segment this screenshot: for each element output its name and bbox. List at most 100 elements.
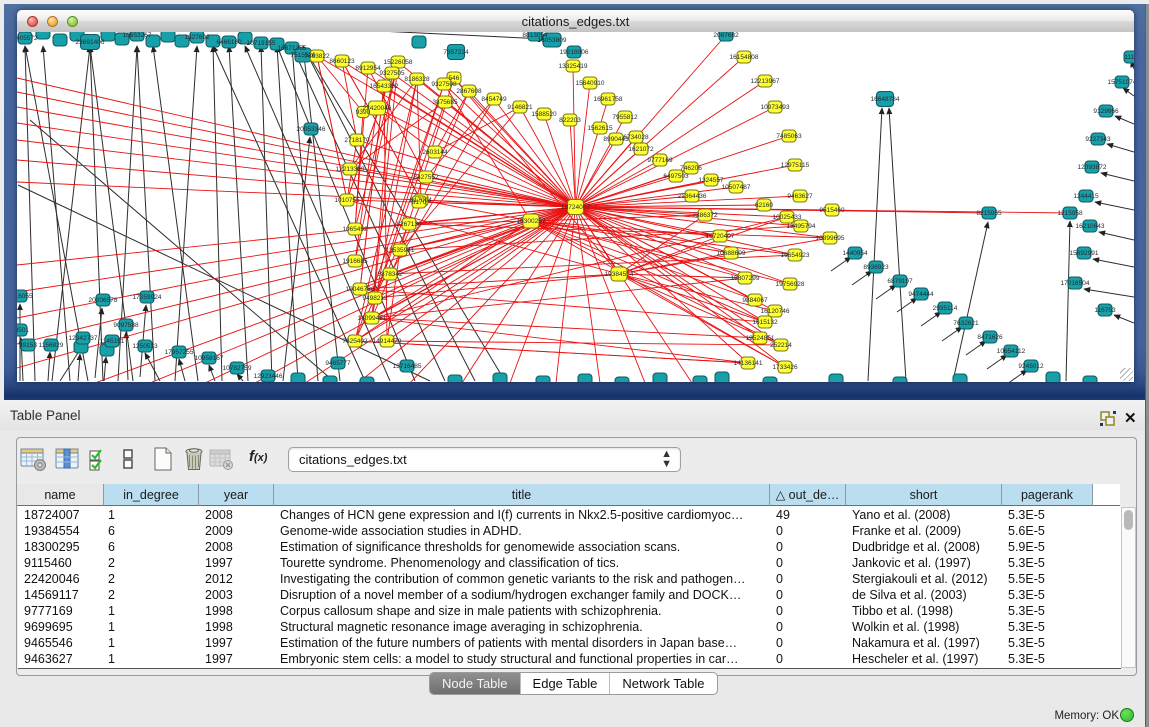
svg-text:21364436: 21364436 — [678, 193, 707, 200]
svg-text:15300257: 15300257 — [517, 218, 546, 225]
svg-text:6734028: 6734028 — [623, 134, 649, 141]
svg-text:15640910: 15640910 — [576, 80, 605, 87]
svg-text:116753: 116753 — [1094, 307, 1116, 314]
svg-text:9227343: 9227343 — [1085, 136, 1111, 143]
svg-text:16053809: 16053809 — [538, 37, 567, 44]
svg-text:20206578: 20206578 — [89, 297, 118, 304]
svg-text:23691406: 23691406 — [76, 39, 105, 46]
svg-text:10899695: 10899695 — [816, 235, 845, 242]
svg-text:12923446: 12923446 — [254, 373, 283, 380]
svg-text:12093872: 12093872 — [1078, 164, 1107, 171]
svg-text:1145191: 1145191 — [100, 338, 125, 345]
svg-text:16671355: 16671355 — [278, 45, 307, 52]
svg-text:15226058: 15226058 — [384, 59, 413, 66]
svg-text:9097588: 9097588 — [113, 322, 139, 329]
svg-text:10958167: 10958167 — [195, 355, 224, 362]
svg-text:7357224: 7357224 — [443, 49, 469, 56]
svg-text:822203: 822203 — [559, 117, 581, 124]
svg-text:9498212: 9498212 — [362, 295, 388, 302]
svg-text:2867608: 2867608 — [456, 88, 482, 95]
svg-text:9777169: 9777169 — [647, 157, 673, 164]
svg-text:18724007: 18724007 — [561, 204, 590, 211]
svg-text:12213967: 12213967 — [751, 78, 780, 85]
svg-text:6497503: 6497503 — [663, 173, 689, 180]
svg-text:16648784: 16648784 — [871, 96, 900, 103]
svg-text:8186328: 8186328 — [404, 76, 430, 83]
svg-text:17359924: 17359924 — [133, 294, 162, 301]
svg-text:17016504: 17016504 — [1061, 280, 1090, 287]
svg-text:7955812: 7955812 — [612, 114, 638, 121]
svg-text:9327505: 9327505 — [379, 70, 405, 77]
svg-text:83501: 83501 — [17, 327, 29, 334]
svg-text:9390: 9390 — [356, 109, 371, 116]
svg-text:10654112: 10654112 — [997, 348, 1026, 355]
svg-text:8427552: 8427552 — [413, 174, 439, 181]
svg-text:1156829: 1156829 — [39, 342, 64, 349]
svg-text:7663822: 7663822 — [304, 53, 330, 60]
svg-text:14136141: 14136141 — [734, 360, 763, 367]
svg-text:1405572: 1405572 — [17, 35, 38, 42]
svg-text:9245012: 9245012 — [1018, 363, 1044, 370]
svg-text:15692991: 15692991 — [1070, 250, 1099, 257]
svg-text:8454749: 8454749 — [481, 96, 507, 103]
svg-text:12342737: 12342737 — [69, 335, 98, 342]
svg-text:2718170: 2718170 — [344, 137, 370, 144]
svg-text:9327508: 9327508 — [431, 81, 457, 88]
svg-text:1588520: 1588520 — [531, 111, 557, 118]
svg-text:17957255: 17957255 — [165, 349, 194, 356]
svg-text:6879197: 6879197 — [887, 278, 913, 285]
svg-text:16154808: 16154808 — [730, 54, 759, 61]
svg-text:39153: 39153 — [19, 342, 37, 349]
svg-text:14914479: 14914479 — [373, 338, 402, 345]
svg-text:12213369: 12213369 — [336, 166, 365, 173]
svg-text:13716485: 13716485 — [393, 363, 422, 370]
svg-text:746206: 746206 — [680, 165, 702, 172]
svg-text:10973493: 10973493 — [761, 104, 790, 111]
svg-text:8215955: 8215955 — [976, 210, 1002, 217]
svg-text:10046786: 10046786 — [346, 286, 375, 293]
svg-text:9463627: 9463627 — [787, 193, 813, 200]
svg-text:6466160: 6466160 — [216, 39, 242, 46]
svg-text:10782759: 10782759 — [223, 365, 252, 372]
svg-text:14099481: 14099481 — [358, 315, 387, 322]
svg-text:12975115: 12975115 — [781, 162, 810, 169]
svg-text:2603144: 2603144 — [422, 149, 448, 156]
svg-text:8170: 8170 — [412, 199, 427, 206]
svg-text:7632621: 7632621 — [953, 320, 979, 327]
svg-text:2935114: 2935114 — [933, 305, 958, 312]
svg-text:10653267: 10653267 — [123, 32, 152, 39]
svg-text:9515460: 9515460 — [819, 207, 845, 214]
svg-text:16543382: 16543382 — [370, 83, 399, 90]
svg-text:8912954: 8912954 — [355, 65, 381, 72]
svg-text:1440954: 1440954 — [842, 250, 868, 257]
svg-text:15751074: 15751074 — [1108, 79, 1134, 86]
svg-text:8471626: 8471626 — [977, 334, 1003, 341]
svg-text:18807299: 18807299 — [731, 275, 760, 282]
svg-text:7625402: 7625402 — [342, 338, 368, 345]
svg-text:1615132: 1615132 — [752, 319, 778, 326]
svg-text:2087682: 2087682 — [713, 32, 739, 39]
svg-text:9884067: 9884067 — [742, 297, 768, 304]
svg-text:2616055: 2616055 — [17, 293, 33, 300]
svg-text:9465777: 9465777 — [325, 360, 351, 367]
svg-text:1621072: 1621072 — [628, 146, 654, 153]
svg-text:19384554: 19384554 — [605, 271, 634, 278]
svg-text:19524851: 19524851 — [746, 335, 775, 342]
svg-text:19756928: 19756928 — [776, 281, 805, 288]
svg-text:8267130: 8267130 — [396, 221, 422, 228]
svg-text:8938923: 8938923 — [863, 264, 889, 271]
svg-text:1215958: 1215958 — [1057, 210, 1083, 217]
svg-text:9129966: 9129966 — [1093, 108, 1119, 115]
svg-text:7386372: 7386372 — [692, 212, 718, 219]
svg-text:1327602: 1327602 — [184, 34, 210, 41]
svg-text:1324557: 1324557 — [698, 177, 724, 184]
svg-text:16961758: 16961758 — [594, 96, 623, 103]
svg-text:1733426: 1733426 — [772, 364, 798, 371]
svg-text:13535941: 13535941 — [386, 247, 415, 254]
svg-text:1010755: 1010755 — [334, 197, 360, 204]
svg-text:9146821: 9146821 — [507, 104, 533, 111]
svg-text:10719155: 10719155 — [247, 40, 276, 47]
svg-text:10025433: 10025433 — [773, 214, 802, 221]
svg-text:9474444: 9474444 — [908, 291, 934, 298]
svg-text:1916685: 1916685 — [342, 258, 368, 265]
